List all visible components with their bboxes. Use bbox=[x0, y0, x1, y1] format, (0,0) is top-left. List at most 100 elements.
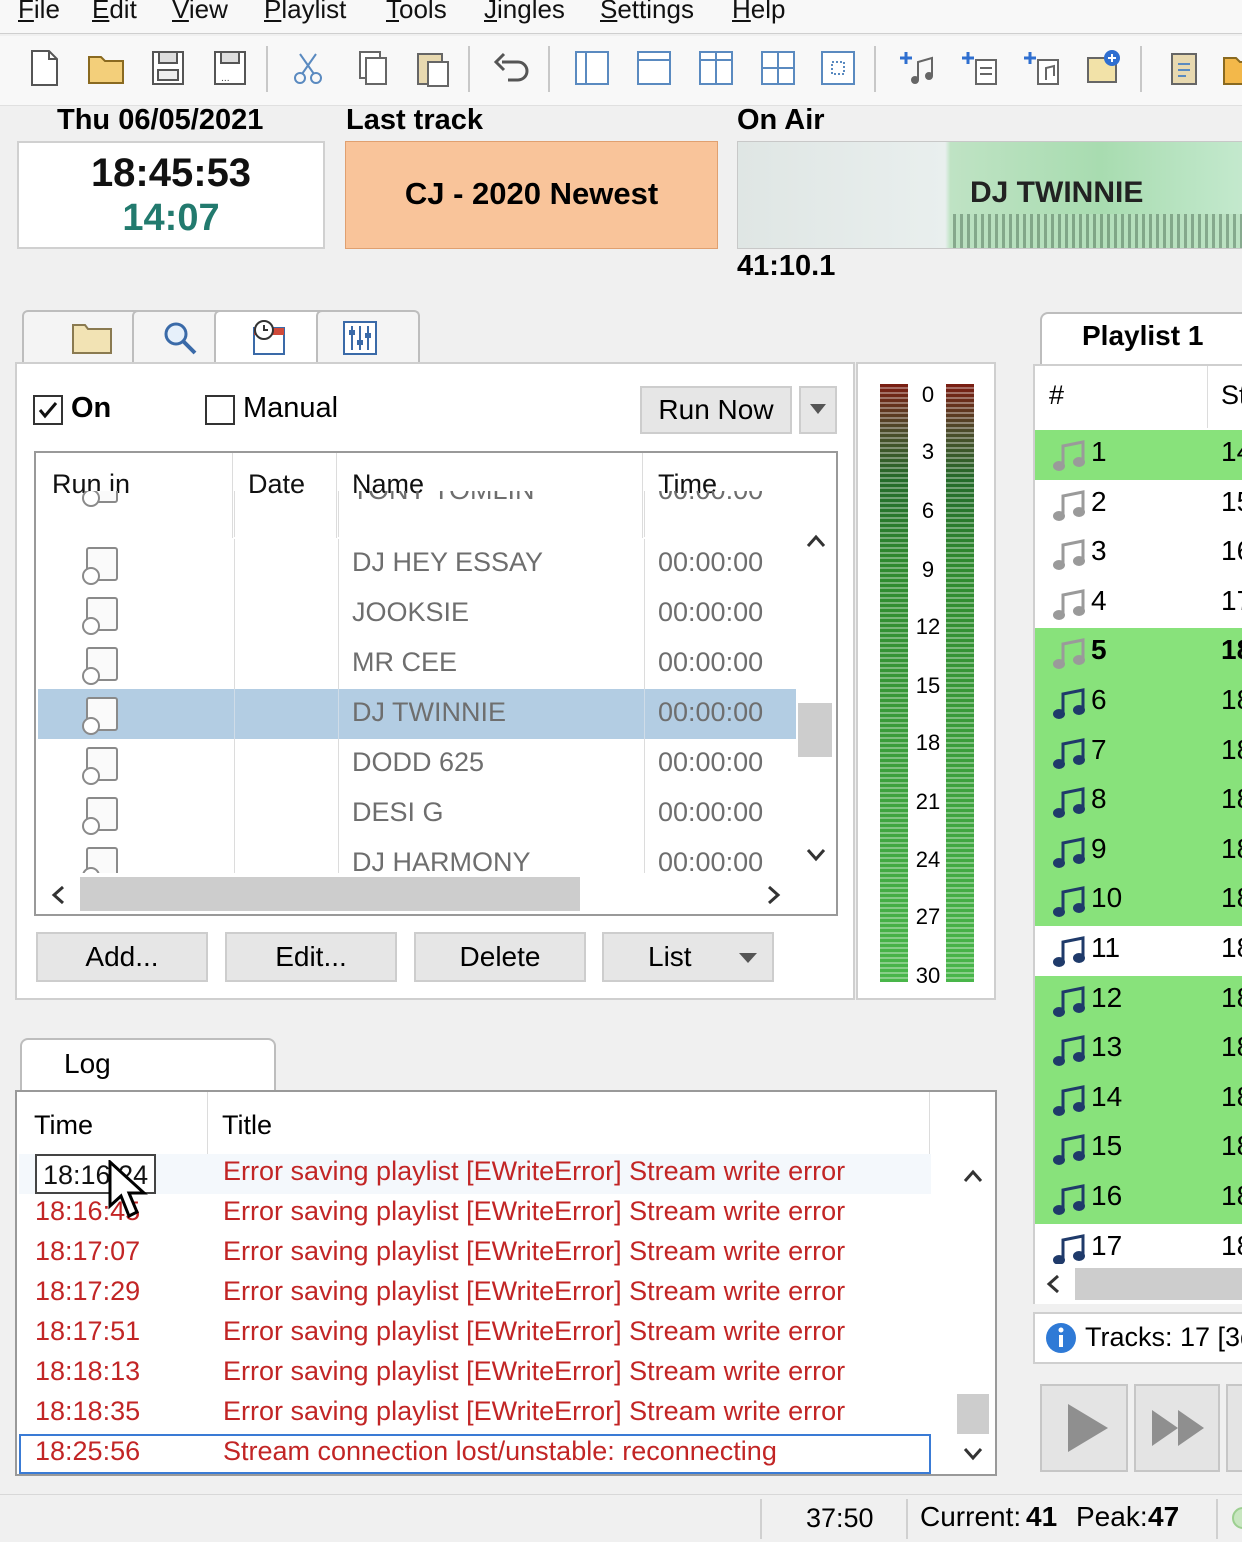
table-row-selected[interactable]: DJ TWINNIE 00:00:00 bbox=[38, 689, 796, 739]
manual-checkbox[interactable] bbox=[205, 395, 235, 425]
add-image-icon[interactable] bbox=[1084, 48, 1124, 88]
menu-settings[interactable]: Settings bbox=[600, 0, 694, 25]
log-row[interactable]: 18:16:24 Error saving playlist [EWriteEr… bbox=[19, 1154, 931, 1194]
folder-edge-icon[interactable] bbox=[1222, 48, 1242, 88]
menu-jingles[interactable]: Jingles bbox=[484, 0, 565, 25]
add-track-icon[interactable] bbox=[898, 48, 938, 88]
log-row[interactable]: 18:17:07 Error saving playlist [EWriteEr… bbox=[19, 1234, 931, 1274]
layout-left-icon[interactable] bbox=[572, 48, 612, 88]
layout-columns-icon[interactable] bbox=[696, 48, 736, 88]
log-col-title[interactable]: Title bbox=[222, 1110, 272, 1141]
playlist-row[interactable]: 6 18 bbox=[1035, 678, 1242, 728]
layout-top-icon[interactable] bbox=[634, 48, 674, 88]
paste-icon[interactable] bbox=[412, 48, 452, 88]
playlist-row[interactable]: 9 18 bbox=[1035, 826, 1242, 877]
tab-log[interactable]: Log bbox=[20, 1038, 276, 1092]
cut-icon[interactable] bbox=[288, 48, 328, 88]
music-note-icon bbox=[1053, 985, 1085, 1017]
log-scrollbar[interactable] bbox=[953, 1154, 993, 1474]
log-row-title: Error saving playlist [EWriteError] Stre… bbox=[223, 1316, 846, 1346]
playlist-row[interactable]: 4 17 bbox=[1035, 579, 1242, 629]
table-row[interactable]: MR CEE 00:00:00 bbox=[38, 639, 796, 689]
scrollbar-thumb[interactable] bbox=[1075, 1268, 1242, 1300]
playlist-row[interactable]: 13 18 bbox=[1035, 1025, 1242, 1076]
new-file-icon[interactable] bbox=[24, 48, 64, 88]
log-col-time[interactable]: Time bbox=[34, 1110, 93, 1141]
scrollbar-thumb[interactable] bbox=[80, 877, 580, 911]
tab-mixer[interactable] bbox=[316, 310, 420, 364]
vertical-scrollbar[interactable] bbox=[796, 525, 836, 875]
stop-button[interactable] bbox=[1226, 1384, 1242, 1472]
playlist-row[interactable]: 8 18 bbox=[1035, 777, 1242, 828]
playlist-row[interactable]: 2 15 bbox=[1035, 480, 1242, 530]
run-now-dropdown[interactable] bbox=[799, 386, 837, 434]
playlist-row[interactable]: 3 16 bbox=[1035, 529, 1242, 579]
add-jingle-icon[interactable] bbox=[1022, 48, 1062, 88]
log-row[interactable]: 18:18:13 Error saving playlist [EWriteEr… bbox=[19, 1354, 931, 1394]
undo-icon[interactable] bbox=[492, 48, 532, 88]
table-row[interactable]: DJ HEY ESSAY 00:00:00 bbox=[38, 539, 796, 589]
scroll-down-icon[interactable] bbox=[806, 847, 826, 863]
open-folder-icon[interactable] bbox=[86, 48, 126, 88]
delete-button[interactable]: Delete bbox=[414, 932, 586, 982]
playlist-row-number: 4 bbox=[1091, 584, 1107, 616]
list-button[interactable]: List bbox=[602, 932, 774, 982]
run-now-button[interactable]: Run Now bbox=[640, 386, 792, 434]
layout-float-icon[interactable] bbox=[818, 48, 858, 88]
playlist-row[interactable]: 11 18 bbox=[1035, 926, 1242, 976]
table-row[interactable]: DODD 625 00:00:00 bbox=[38, 739, 796, 789]
add-list-icon[interactable] bbox=[960, 48, 1000, 88]
music-note-icon bbox=[1053, 440, 1085, 471]
edit-button[interactable]: Edit... bbox=[225, 932, 397, 982]
log-row[interactable]: 18:18:35 Error saving playlist [EWriteEr… bbox=[19, 1394, 931, 1434]
menu-view[interactable]: View bbox=[172, 0, 228, 25]
playlist-col-number[interactable]: # bbox=[1049, 380, 1064, 411]
playlist-col-start[interactable]: St bbox=[1221, 380, 1242, 411]
log-row[interactable]: 18:17:29 Error saving playlist [EWriteEr… bbox=[19, 1274, 931, 1314]
table-row[interactable]: JOOKSIE 00:00:00 bbox=[38, 589, 796, 639]
playlist-hscrollbar[interactable] bbox=[1035, 1264, 1242, 1304]
log-row[interactable]: 18:17:51 Error saving playlist [EWriteEr… bbox=[19, 1314, 931, 1354]
play-button[interactable] bbox=[1040, 1384, 1128, 1472]
scrollbar-thumb[interactable] bbox=[798, 703, 832, 757]
playlist-row[interactable]: 7 18 bbox=[1035, 727, 1242, 778]
playlist-row[interactable]: 1618 bbox=[1035, 1174, 1242, 1224]
scrollbar-thumb[interactable] bbox=[957, 1394, 989, 1434]
add-button[interactable]: Add... bbox=[36, 932, 208, 982]
tab-scheduler[interactable] bbox=[214, 310, 332, 366]
scroll-left-icon[interactable] bbox=[50, 885, 66, 905]
next-button[interactable] bbox=[1134, 1384, 1220, 1472]
log-row-time: 18:17:29 bbox=[35, 1276, 141, 1306]
playlist-row[interactable]: 1 14 bbox=[1035, 430, 1242, 480]
scroll-up-icon[interactable] bbox=[963, 1168, 983, 1184]
table-row[interactable]: DJ HARMONY 00:00:00 bbox=[38, 839, 796, 875]
tab-search[interactable] bbox=[132, 310, 226, 364]
playlist-row[interactable]: 5 18 bbox=[1035, 628, 1242, 679]
scroll-down-icon[interactable] bbox=[963, 1446, 983, 1462]
clipboard-icon[interactable] bbox=[1164, 48, 1204, 88]
horizontal-scrollbar[interactable] bbox=[36, 873, 796, 913]
playlist-row[interactable]: 12 18 bbox=[1035, 975, 1242, 1026]
table-row[interactable]: TONY TOMLIN 00:00:00 bbox=[38, 491, 796, 537]
menu-file[interactable]: File bbox=[18, 0, 60, 25]
menu-edit[interactable]: Edit bbox=[92, 0, 137, 25]
on-checkbox[interactable] bbox=[33, 395, 63, 425]
scroll-right-icon[interactable] bbox=[766, 885, 782, 905]
playlist-row[interactable]: 14 18 bbox=[1035, 1074, 1242, 1125]
save-icon[interactable] bbox=[148, 48, 188, 88]
scroll-left-icon[interactable] bbox=[1045, 1274, 1061, 1294]
on-air-label: On Air bbox=[737, 104, 825, 136]
playlist-row[interactable]: 1518 bbox=[1035, 1124, 1242, 1175]
save-as-icon[interactable]: ... bbox=[210, 48, 250, 88]
menu-help[interactable]: Help bbox=[732, 0, 785, 25]
layout-grid-icon[interactable] bbox=[758, 48, 798, 88]
copy-icon[interactable] bbox=[352, 48, 392, 88]
table-row[interactable]: DESI G 00:00:00 bbox=[38, 789, 796, 839]
log-row-focused[interactable]: 18:25:56 Stream connection lost/unstable… bbox=[19, 1434, 931, 1474]
playlist-row[interactable]: 10 18 bbox=[1035, 876, 1242, 927]
tab-playlist-1[interactable]: Playlist 1 bbox=[1040, 312, 1242, 366]
menu-tools[interactable]: Tools bbox=[386, 0, 447, 25]
log-row[interactable]: 18:16:45 Error saving playlist [EWriteEr… bbox=[19, 1194, 931, 1234]
menu-playlist[interactable]: Playlist bbox=[264, 0, 346, 25]
scroll-up-icon[interactable] bbox=[806, 533, 826, 549]
